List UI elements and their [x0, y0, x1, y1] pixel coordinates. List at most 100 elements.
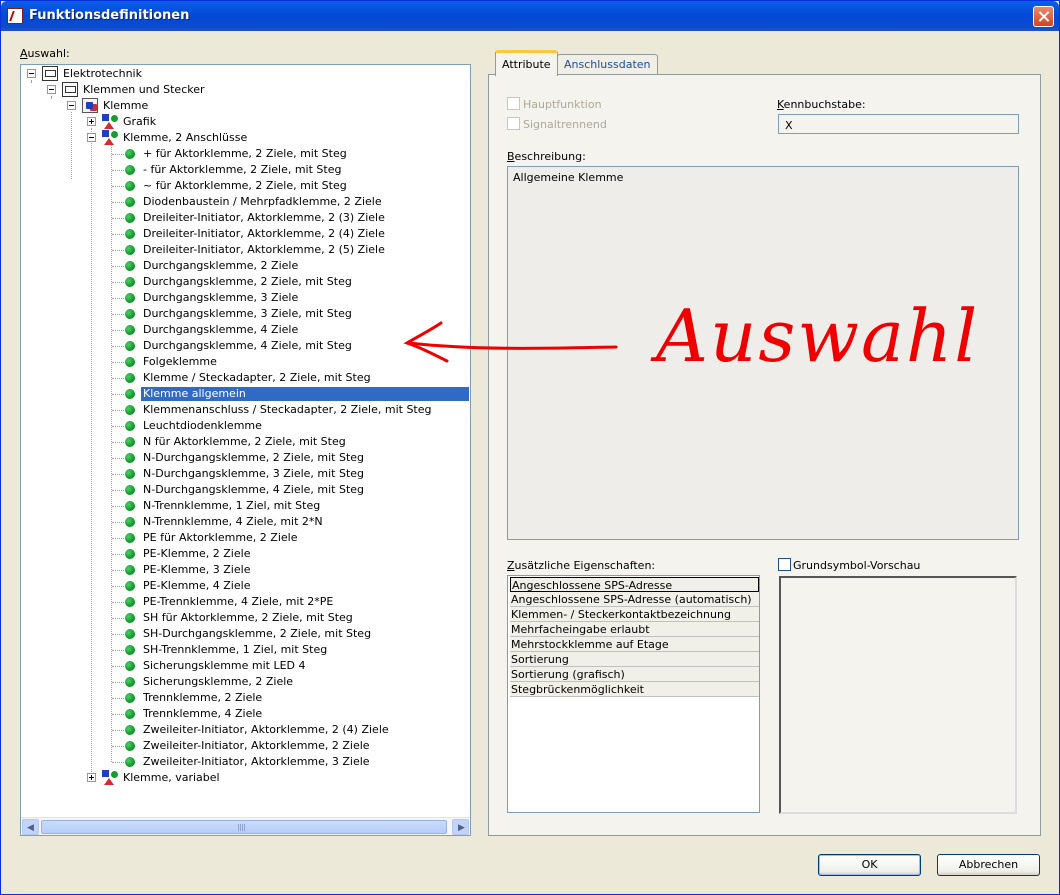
property-row[interactable]: Sortierung [510, 652, 759, 667]
property-row[interactable]: Mehrfacheingabe erlaubt [510, 622, 759, 637]
tree-leaf-item[interactable]: SH für Aktorklemme, 2 Ziele, mit Steg [21, 610, 470, 626]
collapse-icon[interactable] [27, 69, 36, 78]
tree-label: N-Durchgangsklemme, 3 Ziele, mit Steg [143, 467, 365, 480]
expand-icon[interactable] [87, 117, 96, 126]
tab-attribute[interactable]: Attribute [495, 50, 558, 76]
zusaetzliche-eigenschaften-label: Zusätzliche Eigenschaften: [507, 559, 656, 572]
property-row[interactable]: Stegbrückenmöglichkeit [510, 682, 759, 697]
tree-label: Klemme, variabel [123, 771, 220, 784]
tree-label: - für Aktorklemme, 2 Ziele, mit Steg [143, 163, 342, 176]
kennbuchstabe-field[interactable]: X [778, 114, 1019, 134]
tree-leaf-item[interactable]: Zweileiter-Initiator, Aktorklemme, 2 (4)… [21, 722, 470, 738]
tree-leaf-item[interactable]: Dreileiter-Initiator, Aktorklemme, 2 (4)… [21, 226, 470, 242]
close-button[interactable] [1033, 6, 1054, 27]
tree-node-elektrotechnik[interactable]: Elektrotechnik [21, 66, 470, 82]
tree-leaf-item[interactable]: PE-Klemme, 2 Ziele [21, 546, 470, 562]
tree-leaf-item[interactable]: Dreileiter-Initiator, Aktorklemme, 2 (3)… [21, 210, 470, 226]
tree-guide [112, 682, 124, 683]
tree-guide [112, 554, 124, 555]
tree-guide [112, 154, 124, 155]
properties-list[interactable]: Angeschlossene SPS-Adresse Angeschlossene… [507, 575, 760, 813]
tree-leaf-item[interactable]: Durchgangsklemme, 2 Ziele [21, 258, 470, 274]
property-row[interactable]: Sortierung (grafisch) [510, 667, 759, 682]
tree-leaf-item[interactable]: PE-Trennklemme, 4 Ziele, mit 2*PE [21, 594, 470, 610]
tree-label: Klemmen und Stecker [83, 83, 205, 96]
tree-guide [112, 298, 124, 299]
tree-leaf-item[interactable]: PE-Klemme, 3 Ziele [21, 562, 470, 578]
tree-leaf-item[interactable]: Sicherungsklemme mit LED 4 [21, 658, 470, 674]
tree-leaf-item[interactable]: Trennklemme, 2 Ziele [21, 690, 470, 706]
tree-leaf-item[interactable]: - für Aktorklemme, 2 Ziele, mit Steg [21, 162, 470, 178]
scroll-left-button[interactable]: ◀ [22, 819, 39, 835]
tree-leaf-item[interactable]: ~ für Aktorklemme, 2 Ziele, mit Steg [21, 178, 470, 194]
green-dot-icon [125, 453, 135, 463]
tree-node-klemmen-und-stecker[interactable]: Klemmen und Stecker [21, 82, 470, 98]
tree-guide [112, 490, 124, 491]
tree-guide [112, 618, 124, 619]
tree-leaf-item[interactable]: N-Durchgangsklemme, 3 Ziele, mit Steg [21, 466, 470, 482]
tree-leaf-item[interactable]: Klemmenanschluss / Steckadapter, 2 Ziele… [21, 402, 470, 418]
expand-icon[interactable] [87, 773, 96, 782]
tree-leaf-item[interactable]: N-Trennklemme, 4 Ziele, mit 2*N [21, 514, 470, 530]
tree-label: Dreileiter-Initiator, Aktorklemme, 2 (5)… [143, 243, 385, 256]
tree-leaf-item[interactable]: N für Aktorklemme, 2 Ziele, mit Steg [21, 434, 470, 450]
tree-leaf-item[interactable]: Durchgangsklemme, 2 Ziele, mit Steg [21, 274, 470, 290]
tree-node-klemme[interactable]: Klemme [21, 98, 470, 114]
hauptfunktion-checkbox[interactable] [507, 97, 520, 110]
signaltrennend-checkbox[interactable] [507, 117, 520, 130]
tree-guide [112, 282, 124, 283]
green-dot-icon [125, 341, 135, 351]
tree-leaf-item[interactable]: SH-Durchgangsklemme, 2 Ziele, mit Steg [21, 626, 470, 642]
scroll-thumb[interactable] [41, 820, 447, 834]
tree-node-grafik[interactable]: Grafik [21, 114, 470, 130]
property-row[interactable]: Mehrstockklemme auf Etage [510, 637, 759, 652]
tree-leaf-item[interactable]: Trennklemme, 4 Ziele [21, 706, 470, 722]
grundsymbol-checkbox[interactable] [778, 558, 791, 571]
horizontal-scrollbar[interactable]: ◀ ▶ [21, 817, 470, 835]
green-dot-icon [125, 661, 135, 671]
abbrechen-button[interactable]: Abbrechen [937, 854, 1040, 876]
scroll-right-button[interactable]: ▶ [452, 819, 469, 835]
ok-button[interactable]: OK [818, 854, 921, 876]
tree-label: Klemme, 2 Anschlüsse [123, 131, 248, 144]
green-dot-icon [125, 229, 135, 239]
app-icon [7, 8, 23, 24]
selection-tree[interactable]: Elektrotechnik Klemmen und Stecker Klemm… [20, 64, 471, 836]
property-row[interactable]: Klemmen- / Steckerkontaktbezeichnung [510, 607, 759, 622]
tree-leaf-item[interactable]: Zweileiter-Initiator, Aktorklemme, 3 Zie… [21, 754, 470, 770]
green-dot-icon [125, 565, 135, 575]
tree-leaf-item[interactable]: PE-Klemme, 4 Ziele [21, 578, 470, 594]
collapse-icon[interactable] [67, 101, 76, 110]
tree-leaf-item[interactable]: Sicherungsklemme, 2 Ziele [21, 674, 470, 690]
green-dot-icon [125, 501, 135, 511]
collapse-icon[interactable] [87, 133, 96, 142]
tree-leaf-item[interactable]: Diodenbaustein / Mehrpfadklemme, 2 Ziele [21, 194, 470, 210]
tree-leaf-item[interactable]: Zweileiter-Initiator, Aktorklemme, 2 Zie… [21, 738, 470, 754]
tree-leaf-item[interactable]: N-Durchgangsklemme, 2 Ziele, mit Steg [21, 450, 470, 466]
tree-leaf-item[interactable]: N-Durchgangsklemme, 4 Ziele, mit Steg [21, 482, 470, 498]
tree-guide [112, 474, 124, 475]
tab-anschlussdaten[interactable]: Anschlussdaten [557, 54, 658, 74]
tree-leaf-item[interactable]: N-Trennklemme, 1 Ziel, mit Steg [21, 498, 470, 514]
tree-guide [112, 666, 124, 667]
tree-leaf-item[interactable]: Dreileiter-Initiator, Aktorklemme, 2 (5)… [21, 242, 470, 258]
green-dot-icon [125, 181, 135, 191]
tree-leaf-item[interactable]: SH-Trennklemme, 1 Ziel, mit Steg [21, 642, 470, 658]
collapse-icon[interactable] [47, 85, 56, 94]
tree-guide [112, 314, 124, 315]
tree-leaf-item[interactable]: + für Aktorklemme, 2 Ziele, mit Steg [21, 146, 470, 162]
tree-guide [112, 730, 124, 731]
symbol-preview [779, 576, 1017, 814]
tree-leaf-item[interactable]: Leuchtdiodenklemme [21, 418, 470, 434]
tree-label: Zweileiter-Initiator, Aktorklemme, 2 (4)… [143, 723, 389, 736]
property-label: Sortierung [511, 653, 569, 666]
tree-node-klemme-variabel[interactable]: Klemme, variabel [21, 770, 470, 786]
green-dot-icon [125, 725, 135, 735]
tree-node-klemme-2-anschluesse[interactable]: Klemme, 2 Anschlüsse [21, 130, 470, 146]
tree-leaf-item[interactable]: PE für Aktorklemme, 2 Ziele [21, 530, 470, 546]
beschreibung-label: Beschreibung: [507, 150, 586, 163]
tree-label: Klemmenanschluss / Steckadapter, 2 Ziele… [143, 403, 432, 416]
green-dot-icon [125, 757, 135, 767]
property-row[interactable]: Angeschlossene SPS-Adresse (automatisch) [510, 592, 759, 607]
property-row[interactable]: Angeschlossene SPS-Adresse [510, 577, 759, 592]
